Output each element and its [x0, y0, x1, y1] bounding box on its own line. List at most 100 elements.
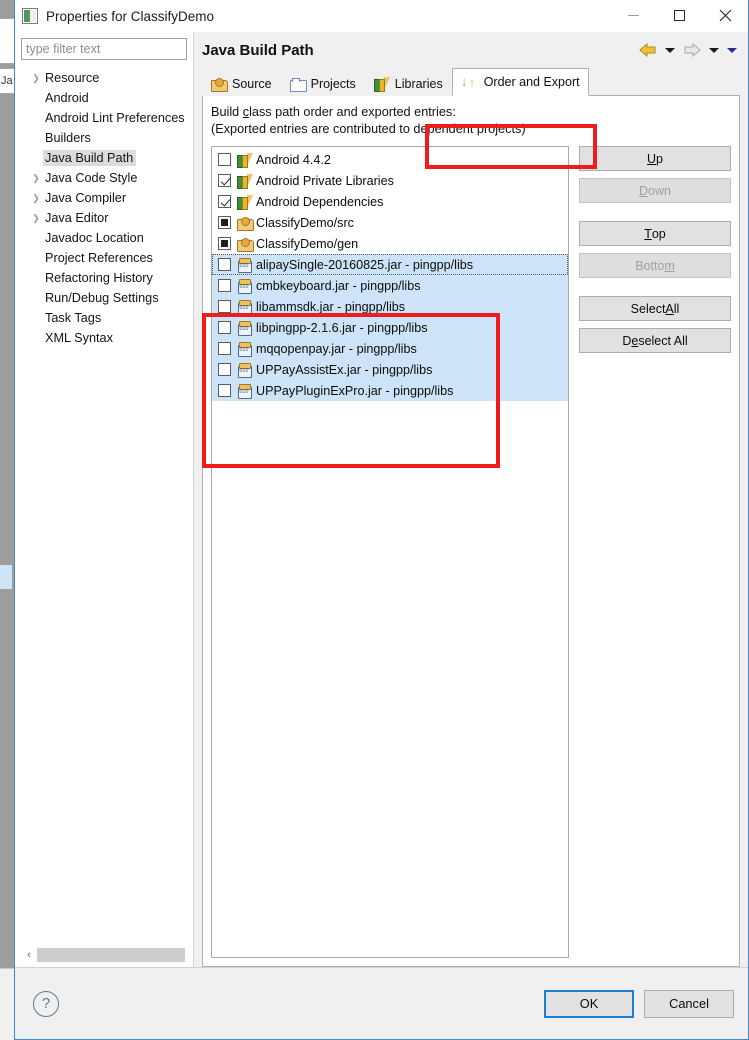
dialog-footer: ? OK Cancel	[15, 967, 748, 1039]
bottom-button: Botto m	[579, 253, 731, 278]
filter-input[interactable]: type filter text	[21, 38, 187, 60]
chevron-right-icon[interactable]: ❯	[29, 213, 43, 224]
entry-checkbox[interactable]	[218, 216, 231, 229]
entry-checkbox[interactable]	[218, 363, 231, 376]
entry-checkbox[interactable]	[218, 174, 231, 187]
sidebar-item-java-compiler[interactable]: ❯ Java Compiler	[21, 188, 193, 208]
table-row[interactable]: 010 UPPayPluginExPro.jar - pingpp/libs	[212, 380, 568, 401]
entry-label: ClassifyDemo/gen	[256, 236, 359, 251]
entry-label: libpingpp-2.1.6.jar - pingpp/libs	[256, 320, 428, 335]
properties-dialog: Properties for ClassifyDemo type filter …	[14, 0, 749, 1040]
build-path-entry-list[interactable]: Android 4.4.2 Android Private Libraries An…	[211, 146, 569, 958]
sidebar-item-java-editor[interactable]: ❯ Java Editor	[21, 208, 193, 228]
entry-checkbox[interactable]	[218, 384, 231, 397]
help-icon[interactable]: ?	[33, 990, 59, 1017]
tab-source[interactable]: Source	[202, 71, 281, 96]
cancel-button[interactable]: Cancel	[644, 989, 734, 1018]
table-row[interactable]: 010 libammsdk.jar - pingpp/libs	[212, 296, 568, 317]
tab-projects[interactable]: Projects	[280, 71, 365, 96]
tab-order-and-export[interactable]: Order and Export	[451, 68, 589, 96]
entry-label: Android 4.4.2	[256, 152, 331, 167]
scrollbar-track[interactable]	[37, 947, 185, 962]
maximize-button[interactable]	[656, 0, 702, 30]
window-title: Properties for ClassifyDemo	[46, 8, 215, 24]
sidebar-horizontal-scrollbar[interactable]: ‹ ›	[21, 945, 187, 963]
table-row[interactable]: 010 cmbkeyboard.jar - pingpp/libs	[212, 275, 568, 296]
entry-icon-wrapper	[237, 173, 256, 189]
jar-icon: 010	[237, 320, 252, 336]
entry-icon-wrapper	[237, 152, 256, 168]
entry-checkbox[interactable]	[218, 321, 231, 334]
back-button[interactable]	[636, 42, 660, 58]
table-row[interactable]: Android Dependencies	[212, 191, 568, 212]
down-button: Down	[579, 178, 731, 203]
deselect-all-button[interactable]: De select All	[579, 328, 731, 353]
entry-label: UPPayAssistEx.jar - pingpp/libs	[256, 362, 433, 377]
entry-checkbox[interactable]	[218, 300, 231, 313]
table-row[interactable]: 010 libpingpp-2.1.6.jar - pingpp/libs	[212, 317, 568, 338]
entry-label: ClassifyDemo/src	[256, 215, 354, 230]
select-all-button[interactable]: Select All	[579, 296, 731, 321]
sidebar-item-android[interactable]: ❯Android	[21, 88, 193, 108]
sidebar-item-javadoc-location[interactable]: ❯Javadoc Location	[21, 228, 193, 248]
sidebar-item-project-references[interactable]: ❯Project References	[21, 248, 193, 268]
scrollbar-thumb[interactable]	[37, 947, 185, 962]
up-button[interactable]: Up	[579, 146, 731, 171]
background-window-fragment-bottom	[0, 968, 14, 1040]
sidebar-item-builders[interactable]: ❯Builders	[21, 128, 193, 148]
chevron-right-icon[interactable]: ❯	[29, 73, 43, 84]
chevron-right-icon[interactable]: ❯	[29, 193, 43, 204]
panel-description-line2: (Exported entries are contributed to dep…	[211, 122, 526, 136]
entry-checkbox[interactable]	[218, 258, 231, 271]
entry-icon-wrapper: 010	[237, 362, 256, 378]
entry-checkbox[interactable]	[218, 237, 231, 250]
close-button[interactable]	[702, 0, 748, 30]
history-dropdown-caret[interactable]	[727, 47, 737, 53]
forward-dropdown-caret[interactable]	[709, 47, 719, 53]
tab-label: Projects	[310, 76, 356, 91]
sidebar-item-label: Android	[45, 91, 89, 105]
chevron-right-icon[interactable]: ❯	[29, 173, 43, 184]
books-icon	[237, 152, 253, 168]
sidebar-item-label: Java Code Style	[45, 171, 138, 185]
jar-icon: 010	[237, 362, 252, 378]
entry-checkbox[interactable]	[218, 195, 231, 208]
sidebar-item-xml-syntax[interactable]: ❯XML Syntax	[21, 328, 193, 348]
ok-button[interactable]: OK	[544, 989, 634, 1018]
table-row[interactable]: 010 UPPayAssistEx.jar - pingpp/libs	[212, 359, 568, 380]
table-row[interactable]: ClassifyDemo/src	[212, 212, 568, 233]
jar-icon: 010	[237, 299, 252, 315]
content-header: Java Build Path	[194, 32, 748, 68]
entry-label: Android Dependencies	[256, 194, 384, 209]
table-row[interactable]: ClassifyDemo/gen	[212, 233, 568, 254]
table-row[interactable]: 010 mqqopenpay.jar - pingpp/libs	[212, 338, 568, 359]
sidebar-item-run-debug-settings[interactable]: ❯Run/Debug Settings	[21, 288, 193, 308]
forward-arrow-icon	[684, 42, 701, 58]
tab-libraries[interactable]: Libraries	[364, 71, 452, 96]
sidebar-item-java-build-path[interactable]: ❯Java Build Path	[21, 148, 193, 168]
sidebar-item-refactoring-history[interactable]: ❯Refactoring History	[21, 268, 193, 288]
table-row[interactable]: 010 alipaySingle-20160825.jar - pingpp/li…	[212, 254, 568, 275]
sidebar-item-resource[interactable]: ❯ Resource	[21, 68, 193, 88]
navigation-arrows	[636, 32, 740, 68]
close-icon	[719, 9, 731, 21]
order-arrows-icon	[461, 73, 479, 90]
forward-button[interactable]	[680, 42, 704, 58]
table-row[interactable]: Android 4.4.2	[212, 149, 568, 170]
entry-checkbox[interactable]	[218, 153, 231, 166]
settings-tree: ❯Resource❯Android❯Android Lint Preferenc…	[19, 68, 193, 945]
folder-icon	[289, 77, 307, 92]
tab-label: Source	[232, 76, 272, 91]
table-row[interactable]: Android Private Libraries	[212, 170, 568, 191]
books-icon	[237, 173, 253, 189]
minimize-button[interactable]	[610, 0, 656, 30]
sidebar-item-android-lint-preferences[interactable]: ❯Android Lint Preferences	[21, 108, 193, 128]
sidebar-item-task-tags[interactable]: ❯Task Tags	[21, 308, 193, 328]
scroll-left-arrow[interactable]: ‹	[21, 946, 37, 963]
entry-label: Android Private Libraries	[256, 173, 394, 188]
entry-checkbox[interactable]	[218, 279, 231, 292]
back-dropdown-caret[interactable]	[665, 47, 675, 53]
top-button[interactable]: Top	[579, 221, 731, 246]
sidebar-item-java-code-style[interactable]: ❯ Java Code Style	[21, 168, 193, 188]
entry-checkbox[interactable]	[218, 342, 231, 355]
